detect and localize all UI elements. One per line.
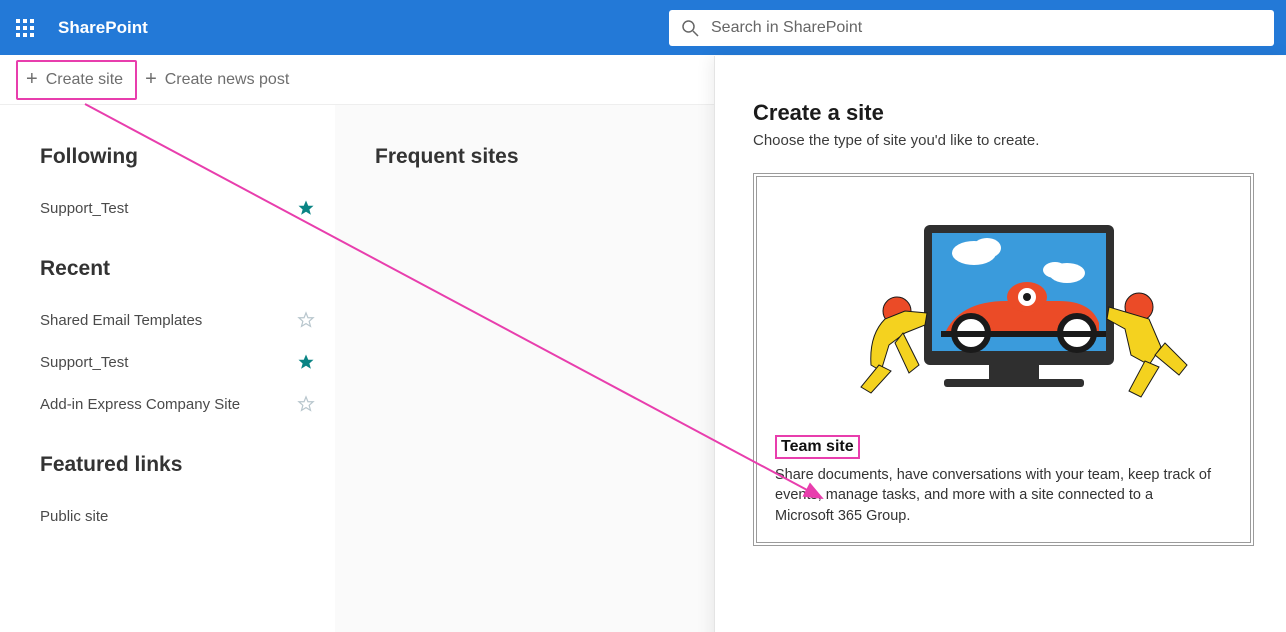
section-recent: Recent: [40, 257, 315, 281]
create-news-label: Create news post: [165, 71, 290, 89]
team-site-illustration: [775, 195, 1232, 415]
section-featured: Featured links: [40, 453, 315, 477]
star-outline-icon[interactable]: [297, 395, 315, 413]
left-nav: Following Support_Test Recent Shared Ema…: [0, 105, 335, 632]
team-site-card[interactable]: Team site Share documents, have conversa…: [753, 173, 1254, 546]
global-header: SharePoint: [0, 0, 1286, 55]
following-item[interactable]: Support_Test: [40, 187, 315, 229]
star-icon[interactable]: [297, 199, 315, 217]
recent-item-label: Add-in Express Company Site: [40, 396, 240, 413]
app-launcher-icon[interactable]: [12, 15, 38, 41]
star-outline-icon[interactable]: [297, 311, 315, 329]
create-news-post-button[interactable]: + Create news post: [137, 60, 301, 100]
recent-item[interactable]: Support_Test: [40, 341, 315, 383]
search-input[interactable]: [711, 19, 1262, 37]
star-icon[interactable]: [297, 353, 315, 371]
recent-item-label: Shared Email Templates: [40, 312, 202, 329]
brand-label: SharePoint: [58, 18, 148, 38]
create-site-button[interactable]: + Create site: [16, 60, 137, 100]
recent-item[interactable]: Shared Email Templates: [40, 299, 315, 341]
recent-item-label: Support_Test: [40, 354, 128, 371]
featured-item[interactable]: Public site: [40, 495, 315, 537]
plus-icon: +: [26, 68, 38, 91]
search-icon: [681, 19, 699, 37]
team-site-desc: Share documents, have conversations with…: [775, 465, 1215, 526]
panel-subtitle: Choose the type of site you'd like to cr…: [753, 132, 1254, 149]
create-site-panel: Create a site Choose the type of site yo…: [714, 56, 1286, 632]
plus-icon: +: [145, 68, 157, 91]
team-site-title: Team site: [775, 435, 860, 459]
main-content: Following Support_Test Recent Shared Ema…: [0, 105, 1286, 632]
panel-title: Create a site: [753, 100, 1254, 126]
section-following: Following: [40, 145, 315, 169]
search-box[interactable]: [669, 10, 1274, 46]
following-item-label: Support_Test: [40, 200, 128, 217]
featured-item-label: Public site: [40, 508, 108, 525]
create-site-label: Create site: [46, 71, 123, 89]
recent-item[interactable]: Add-in Express Company Site: [40, 383, 315, 425]
